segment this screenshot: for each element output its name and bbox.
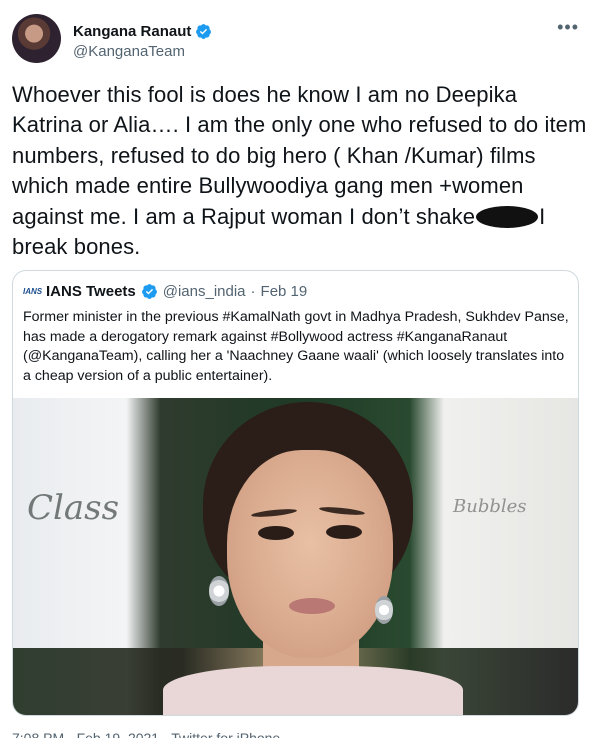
quoted-date: Feb 19 [260,283,308,300]
quoted-author-name: IANS Tweets [46,283,136,300]
photo-eye-left [258,526,294,540]
author-name[interactable]: Kangana Ranaut [73,23,191,40]
verified-badge-icon [141,284,157,299]
author-handle[interactable]: @KanganaTeam [73,43,185,60]
tweet-text: Whoever this fool is does he know I am n… [12,80,587,262]
photo-face [227,450,393,658]
redaction-blot [476,205,539,228]
photo-earring-right [375,596,393,624]
verified-badge-icon [196,24,212,39]
author-name-row: Kangana Ranaut [73,23,212,40]
author-avatar[interactable] [12,14,61,63]
photo-eye-right [326,525,362,539]
quoted-tweet-text: Former minister in the previous #KamalNa… [23,309,569,384]
quoted-tweet[interactable]: IANS IANS Tweets @ians_india · Feb 19 Fo… [12,270,579,716]
quoted-tweet-photo[interactable]: Class Bubbles [13,398,578,715]
photo-coat [163,666,463,715]
separator-dot: · [250,283,256,300]
backdrop-left-text: Class [27,488,120,528]
photo-lips [289,598,335,614]
quoted-tweet-header: IANS IANS Tweets @ians_india · Feb 19 [23,283,307,300]
photo-earring-left [209,576,229,606]
tweet-header: Kangana Ranaut @KanganaTeam ••• [12,14,587,66]
ians-logo: IANS [23,287,43,296]
backdrop-right-text: Bubbles [453,496,527,517]
quoted-author-handle: @ians_india [162,283,246,300]
tweet-timestamp[interactable]: 7:08 PM · Feb 19, 2021 · Twitter for iPh… [12,730,280,738]
more-horizontal-icon[interactable]: ••• [557,18,579,36]
